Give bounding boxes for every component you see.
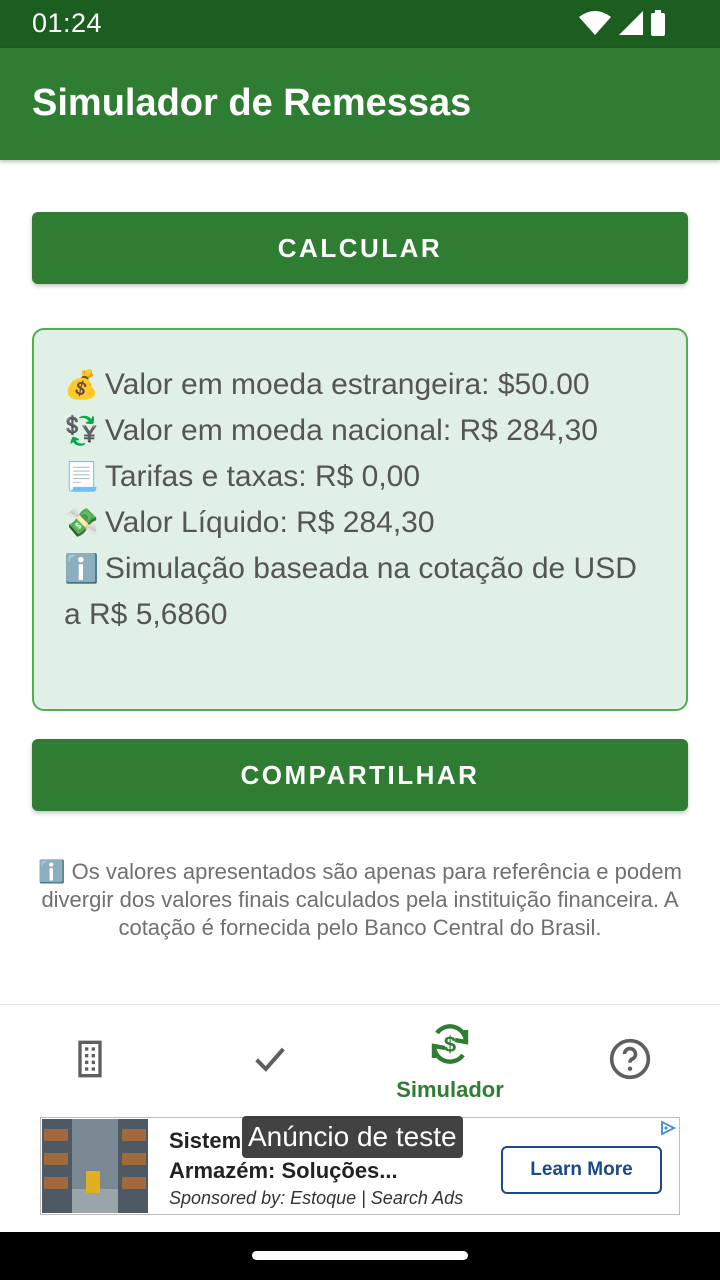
nav-item-check[interactable] (180, 1005, 360, 1117)
ad-headline-line2: Armazém: Soluções... (169, 1158, 398, 1183)
fees-row: 📃 Tarifas e taxas: R$ 0,00 (64, 454, 656, 500)
status-bar: 01:24 (0, 0, 720, 48)
info-icon: ℹ️ (64, 553, 99, 584)
ad-test-label: Anúncio de teste (242, 1116, 463, 1158)
help-icon (608, 1037, 652, 1086)
app-bar: Simulador de Remessas (0, 48, 720, 160)
nav-label-simulador: Simulador (396, 1076, 504, 1102)
ad-image (42, 1119, 148, 1213)
foreign-value-text: Valor em moeda estrangeira: $50.00 (104, 368, 590, 401)
svg-text:$: $ (444, 1032, 456, 1057)
home-gesture-bar[interactable] (252, 1251, 468, 1260)
rate-note-text: Simulação baseada na cotação de USD a R$… (64, 552, 637, 631)
share-button[interactable]: COMPARTILHAR (32, 739, 688, 811)
info-icon: ℹ️ (38, 859, 66, 884)
learn-more-button[interactable]: Learn More (501, 1146, 662, 1194)
bottom-nav: $ Simulador (0, 1004, 720, 1116)
national-value-text: Valor em moeda nacional: R$ 284,30 (104, 414, 598, 447)
disclaimer-text: Os valores apresentados são apenas para … (41, 859, 682, 940)
currency-exchange-icon: 💱 (64, 415, 99, 446)
fees-text: Tarifas e taxas: R$ 0,00 (104, 460, 421, 493)
net-value-row: 💸 Valor Líquido: R$ 284,30 (64, 500, 656, 546)
foreign-value-row: 💰 Valor em moeda estrangeira: $50.00 (64, 362, 656, 408)
result-card: 💰 Valor em moeda estrangeira: $50.00 💱 Val… (32, 328, 688, 711)
building-icon (70, 1039, 110, 1084)
check-icon (250, 1039, 290, 1084)
ad-sponsor: Sponsored by: Estoque | Search Ads (169, 1188, 464, 1208)
nav-item-building[interactable] (0, 1005, 180, 1117)
currency-exchange-icon: $ (426, 1020, 474, 1073)
status-icons (578, 10, 666, 41)
money-wings-icon: 💸 (64, 507, 99, 538)
net-value-text: Valor Líquido: R$ 284,30 (104, 506, 435, 539)
calculate-button[interactable]: CALCULAR (32, 212, 688, 284)
battery-icon (650, 10, 666, 41)
wifi-icon (578, 10, 612, 41)
system-nav-bar (0, 1232, 720, 1280)
money-bag-icon: 💰 (64, 369, 99, 400)
signal-icon (618, 10, 644, 41)
page-title: Simulador de Remessas (32, 82, 472, 124)
status-time: 01:24 (32, 8, 103, 38)
national-value-row: 💱 Valor em moeda nacional: R$ 284,30 (64, 408, 656, 454)
ad-choices-icon[interactable] (659, 1120, 677, 1141)
disclaimer: ℹ️ Os valores apresentados são apenas pa… (32, 858, 688, 942)
rate-note-row: ℹ️ Simulação baseada na cotação de USD a … (64, 546, 656, 638)
nav-item-help[interactable] (540, 1005, 720, 1117)
nav-item-simulador[interactable]: $ Simulador (360, 1005, 540, 1117)
receipt-icon: 📃 (64, 461, 99, 492)
